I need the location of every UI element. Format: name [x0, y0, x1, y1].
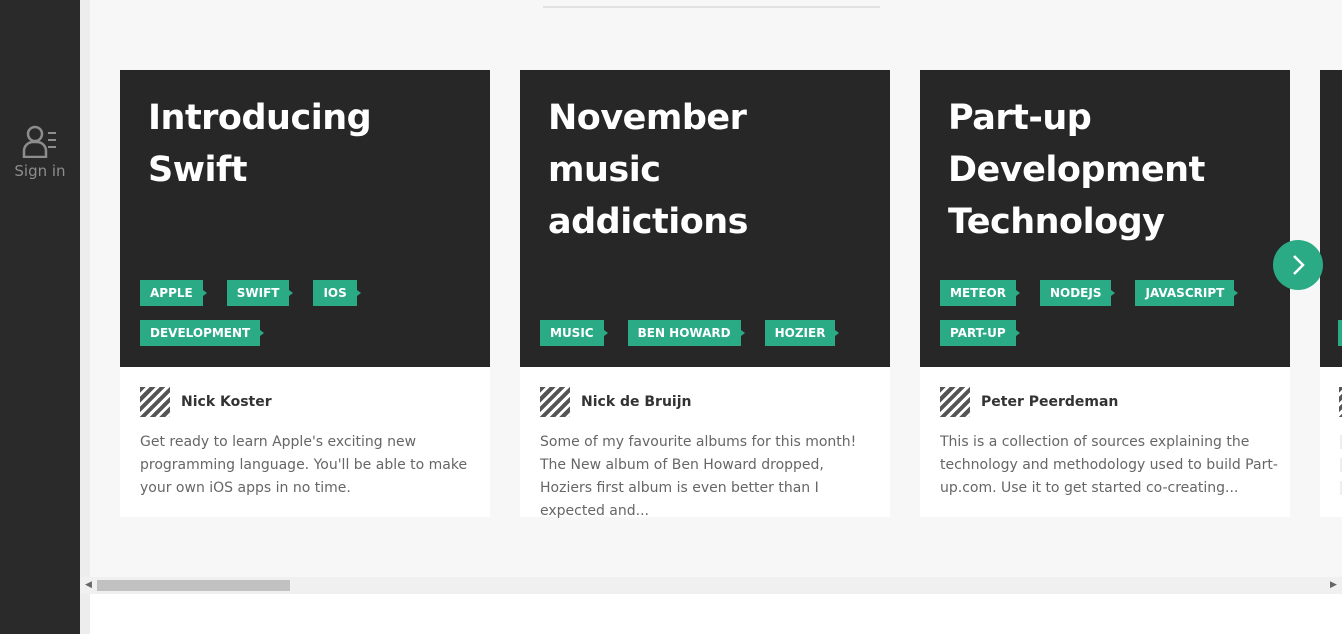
tag[interactable]: NODEJS — [1039, 280, 1115, 306]
card-excerpt: This is a collection of sources explaini… — [940, 434, 1278, 496]
tag[interactable]: PART-UP — [940, 320, 1020, 346]
tag[interactable]: HOZIER — [764, 320, 840, 346]
scroll-left-arrow-icon[interactable]: ◀ — [80, 577, 97, 594]
story-card[interactable]: Part-up Development Technology METEOR NOD… — [920, 70, 1290, 517]
tag[interactable]: JAVASCRIPT — [1135, 280, 1239, 306]
avatar — [940, 387, 970, 417]
page-footer-area — [90, 594, 1342, 634]
card-excerpt: Some of my favourite albums for this mon… — [540, 434, 857, 519]
tag — [1338, 320, 1342, 346]
tag[interactable]: APPLE — [140, 280, 207, 306]
author-name[interactable]: Nick de Bruijn — [581, 394, 692, 410]
tag[interactable]: DEVELOPMENT — [140, 320, 265, 346]
card-author[interactable]: Peter Peerdeman — [940, 387, 1118, 417]
card-excerpt: Get ready to learn Apple's exciting new … — [140, 434, 468, 496]
author-name[interactable]: Peter Peerdeman — [981, 394, 1118, 410]
tag[interactable]: MUSIC — [540, 320, 608, 346]
scrollbar-thumb[interactable] — [97, 580, 290, 591]
tag[interactable]: METEOR — [940, 280, 1020, 306]
signin-label: Sign in — [14, 162, 66, 180]
card-header[interactable]: Introducing Swift APPLE SWIFT IOS DEVELOPM… — [120, 70, 490, 367]
story-card[interactable]: November music addictions MUSIC BEN HOWAR… — [520, 70, 890, 519]
tag[interactable]: IOS — [313, 280, 362, 306]
divider — [543, 6, 880, 8]
story-card-partial[interactable] — [1320, 70, 1342, 517]
tag-list: METEOR NODEJS JAVASCRIPT PART-UP — [940, 280, 1280, 360]
tag[interactable]: SWIFT — [226, 280, 294, 306]
card-title[interactable]: Introducing Swift — [148, 92, 468, 196]
tag-list: APPLE SWIFT IOS DEVELOPMENT — [140, 280, 480, 360]
card-header[interactable]: November music addictions MUSIC BEN HOWAR… — [520, 70, 890, 367]
card-author[interactable]: Nick Koster — [140, 387, 272, 417]
avatar — [140, 387, 170, 417]
avatar — [540, 387, 570, 417]
horizontal-scrollbar[interactable]: ◀ ▶ — [80, 577, 1342, 594]
gutter — [80, 0, 90, 634]
card-title[interactable]: Part-up Development Technology — [948, 92, 1268, 248]
card-author[interactable]: Nick de Bruijn — [540, 387, 692, 417]
user-list-icon — [22, 125, 56, 158]
signin-button[interactable]: Sign in — [0, 124, 80, 180]
tag-list: MUSIC BEN HOWARD HOZIER — [540, 320, 880, 360]
carousel-next-button[interactable] — [1273, 240, 1323, 290]
scroll-right-arrow-icon[interactable]: ▶ — [1325, 577, 1342, 594]
story-card[interactable]: Introducing Swift APPLE SWIFT IOS DEVELOPM… — [120, 70, 490, 517]
author-name[interactable]: Nick Koster — [181, 394, 272, 410]
tag[interactable]: BEN HOWARD — [627, 320, 745, 346]
card-title[interactable]: November music addictions — [548, 92, 868, 248]
sidebar: Sign in — [0, 0, 80, 634]
card-carousel: Introducing Swift APPLE SWIFT IOS DEVELOPM… — [90, 0, 1342, 577]
card-header[interactable]: Part-up Development Technology METEOR NOD… — [920, 70, 1290, 367]
chevron-right-icon — [1293, 255, 1305, 275]
